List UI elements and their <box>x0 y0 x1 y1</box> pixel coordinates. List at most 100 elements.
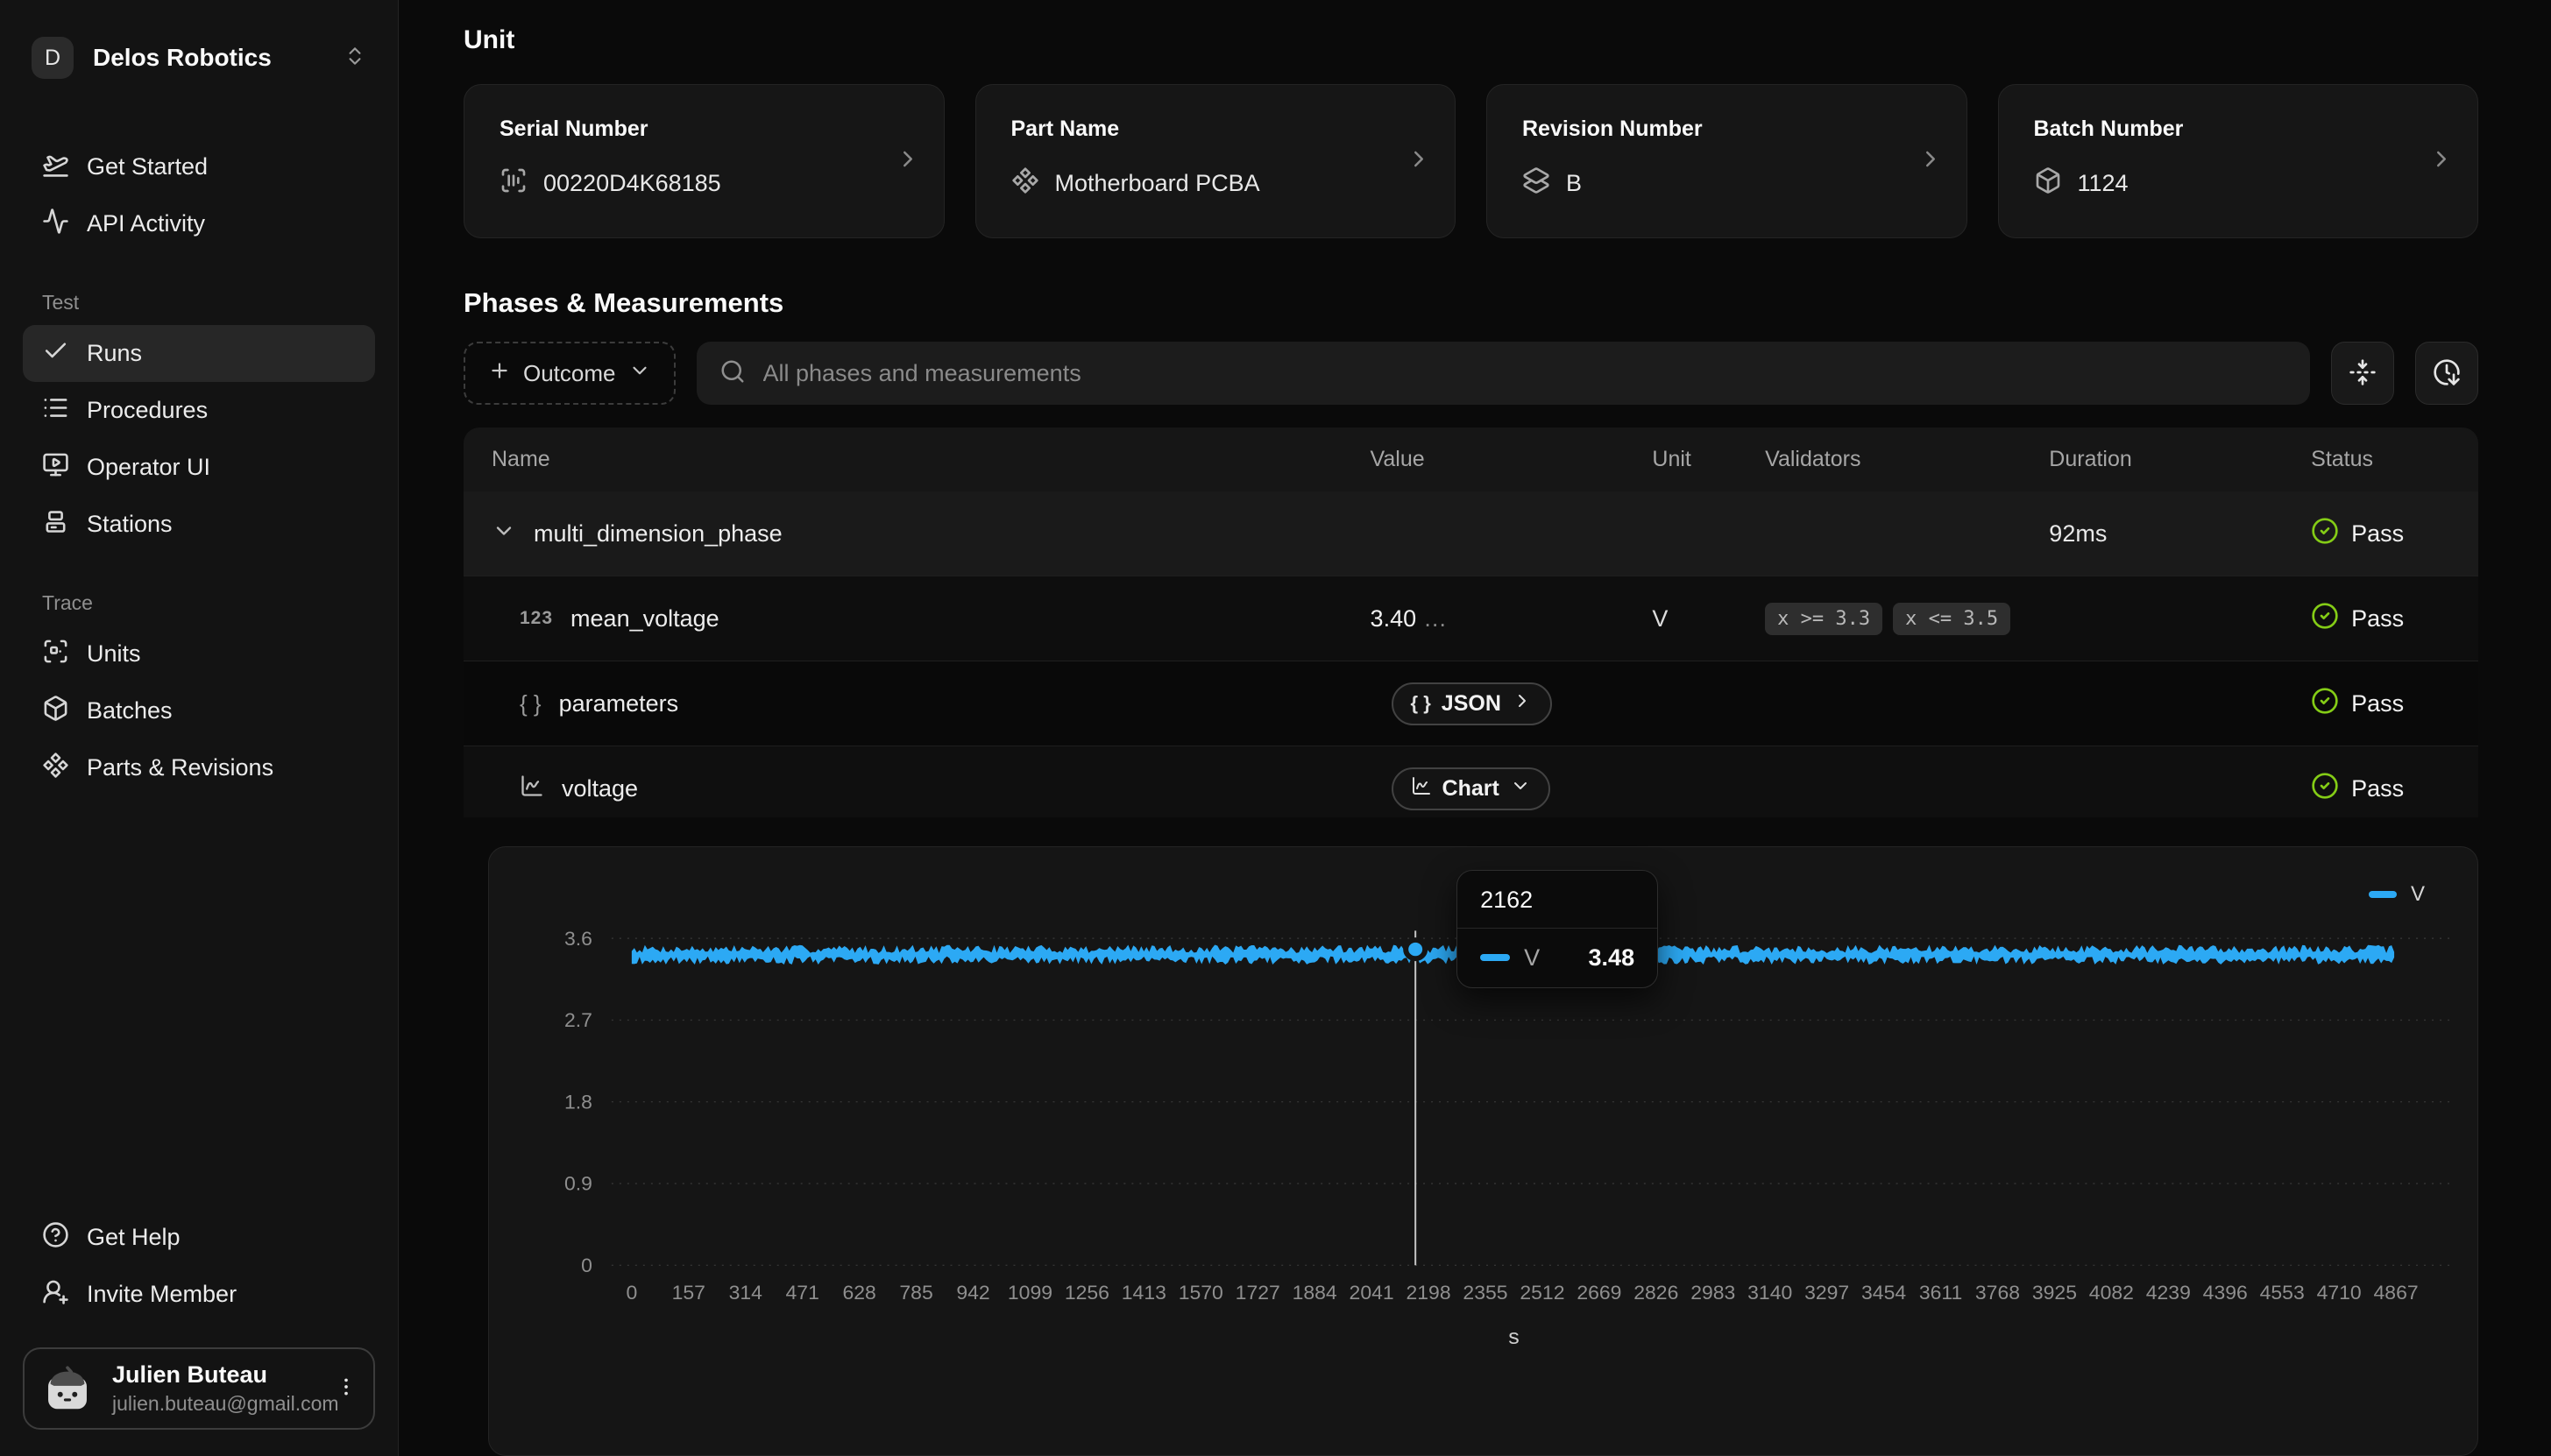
table-row-mean-voltage[interactable]: 123 mean_voltage 3.40… V x >= 3.3 x <= 3… <box>464 576 2478 661</box>
user-avatar <box>40 1361 95 1416</box>
svg-text:4553: 4553 <box>2260 1282 2305 1304</box>
card-serial-number[interactable]: Serial Number 00220D4K68185 <box>464 84 945 238</box>
sidebar-item-procedures[interactable]: Procedures <box>23 382 375 439</box>
svg-text:4396: 4396 <box>2203 1282 2248 1304</box>
sidebar-item-operator-ui[interactable]: Operator UI <box>23 439 375 496</box>
svg-text:2983: 2983 <box>1690 1282 1735 1304</box>
svg-text:3297: 3297 <box>1804 1282 1849 1304</box>
component-icon <box>42 752 69 785</box>
svg-text:2512: 2512 <box>1520 1282 1564 1304</box>
duration-value: 92ms <box>2049 520 2311 548</box>
table-row-parameters[interactable]: { } parameters { } JSON Pass <box>464 661 2478 746</box>
validator-badge: x >= 3.3 <box>1765 603 1882 635</box>
svg-text:s: s <box>1508 1325 1519 1349</box>
app-root: D Delos Robotics Get Started API Activit… <box>0 0 2551 1456</box>
table-row-phase[interactable]: multi_dimension_phase 92ms Pass <box>464 491 2478 576</box>
search-input[interactable] <box>762 359 2288 388</box>
component-icon <box>1011 166 1039 201</box>
status-cell: Pass <box>2311 602 2478 636</box>
svg-text:942: 942 <box>956 1282 989 1304</box>
sidebar-item-invite-member[interactable]: Invite Member <box>23 1266 375 1323</box>
measurement-name: voltage <box>562 775 638 802</box>
workspace-avatar: D <box>32 37 74 79</box>
card-part-name[interactable]: Part Name Motherboard PCBA <box>975 84 1456 238</box>
validator-badge: x <= 3.5 <box>1893 603 2010 635</box>
col-value: Value <box>1371 447 1653 472</box>
workspace-switcher[interactable]: D Delos Robotics <box>23 32 375 84</box>
card-revision-number[interactable]: Revision Number B <box>1486 84 1967 238</box>
tooltip-series-label: V <box>1524 944 1540 972</box>
circle-check-icon <box>2311 602 2339 636</box>
card-value: 1124 <box>2034 166 2443 201</box>
sidebar-item-units[interactable]: Units <box>23 626 375 682</box>
svg-text:785: 785 <box>899 1282 932 1304</box>
status-cell: Pass <box>2311 687 2478 721</box>
svg-text:1413: 1413 <box>1122 1282 1166 1304</box>
sidebar-item-label: Stations <box>87 511 173 538</box>
value-cell: 3.40… <box>1371 605 1653 633</box>
value-cell: { } JSON <box>1371 682 1653 725</box>
svg-text:2.7: 2.7 <box>564 1009 592 1031</box>
sidebar-item-get-started[interactable]: Get Started <box>23 138 375 195</box>
sidebar-item-label: Batches <box>87 697 173 724</box>
user-card[interactable]: Julien Buteau julien.buteau@gmail.com <box>23 1347 375 1430</box>
sidebar-item-batches[interactable]: Batches <box>23 682 375 739</box>
sidebar-item-api-activity[interactable]: API Activity <box>23 195 375 252</box>
col-validators: Validators <box>1765 447 2049 472</box>
sidebar-item-label: Parts & Revisions <box>87 754 273 781</box>
ellipsis-vertical-icon[interactable] <box>335 1375 358 1403</box>
svg-text:4710: 4710 <box>2317 1282 2362 1304</box>
scan-qr-icon <box>42 638 69 671</box>
sidebar-item-parts-revisions[interactable]: Parts & Revisions <box>23 739 375 796</box>
card-batch-number[interactable]: Batch Number 1124 <box>1998 84 2479 238</box>
list-icon <box>42 394 69 428</box>
package-icon <box>42 695 69 728</box>
braces-icon: { } <box>1411 692 1431 715</box>
chevron-down-icon[interactable] <box>492 519 516 549</box>
measurement-name-cell: 123 mean_voltage <box>464 605 1371 633</box>
svg-text:2198: 2198 <box>1406 1282 1450 1304</box>
status-label: Pass <box>2351 690 2404 717</box>
layers-icon <box>1522 166 1550 201</box>
card-title: Revision Number <box>1522 117 1931 142</box>
svg-text:1727: 1727 <box>1236 1282 1280 1304</box>
json-expand-button[interactable]: { } JSON <box>1392 682 1552 725</box>
card-title: Serial Number <box>500 117 909 142</box>
card-value: Motherboard PCBA <box>1011 166 1421 201</box>
user-email: julien.buteau@gmail.com <box>112 1392 317 1416</box>
search-box <box>697 342 2311 405</box>
chart-toggle-button[interactable]: Chart <box>1392 767 1550 810</box>
phase-name-cell: multi_dimension_phase <box>464 519 1371 549</box>
circle-check-icon <box>2311 687 2339 721</box>
chevron-right-icon <box>2428 146 2455 177</box>
collapse-all-button[interactable] <box>2331 342 2394 405</box>
outcome-filter-button[interactable]: Outcome <box>464 342 676 405</box>
circle-check-icon <box>2311 517 2339 551</box>
workspace-name: Delos Robotics <box>93 44 324 72</box>
chevron-right-icon <box>895 146 921 177</box>
svg-text:4239: 4239 <box>2146 1282 2191 1304</box>
chevron-down-icon <box>628 359 651 388</box>
col-name: Name <box>464 447 1371 472</box>
svg-text:1256: 1256 <box>1065 1282 1109 1304</box>
svg-text:1570: 1570 <box>1179 1282 1223 1304</box>
sidebar-item-runs[interactable]: Runs <box>23 325 375 382</box>
sidebar-item-get-help[interactable]: Get Help <box>23 1209 375 1266</box>
measurement-name-cell: voltage <box>464 774 1371 804</box>
plus-icon <box>488 359 511 388</box>
chevron-right-icon <box>1917 146 1944 177</box>
tooltip-series-value: 3.48 <box>1589 944 1635 972</box>
history-button[interactable] <box>2415 342 2478 405</box>
sidebar-item-label: Procedures <box>87 397 208 424</box>
svg-text:3454: 3454 <box>1861 1282 1906 1304</box>
measurement-name: parameters <box>559 690 679 717</box>
sidebar-item-stations[interactable]: Stations <box>23 496 375 553</box>
card-value: 00220D4K68185 <box>500 166 909 201</box>
circle-check-icon <box>2311 772 2339 806</box>
user-plus-icon <box>42 1278 69 1311</box>
tooltip-x-value: 2162 <box>1457 871 1657 929</box>
tooltip-swatch <box>1480 954 1510 961</box>
sidebar-item-label: Units <box>87 640 141 668</box>
svg-text:0: 0 <box>626 1282 637 1304</box>
table-row-voltage[interactable]: voltage Chart Pass <box>464 746 2478 817</box>
